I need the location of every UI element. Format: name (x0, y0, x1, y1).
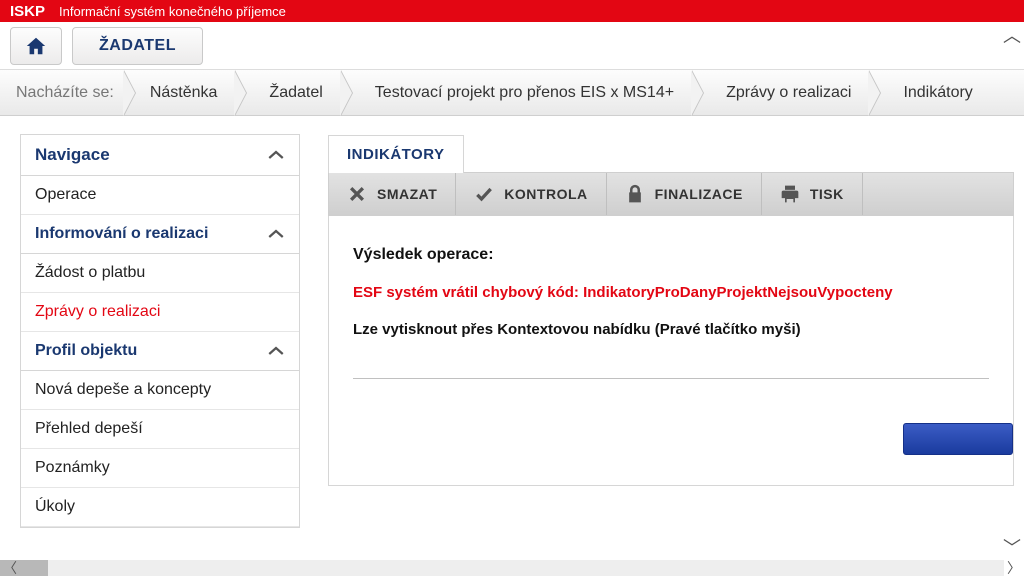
print-icon (780, 184, 800, 204)
sidebar-section-label: Profil objektu (35, 342, 137, 360)
sidebar-item-poznamky[interactable]: Poznámky (21, 449, 299, 488)
home-icon (25, 35, 47, 57)
sidebar-section-profil[interactable]: Profil objektu (21, 332, 299, 371)
sidebar-item-prehled-depesi[interactable]: Přehled depeší (21, 410, 299, 449)
print-label: TISK (810, 186, 844, 202)
delete-button[interactable]: SMAZAT (329, 173, 456, 215)
app-logo: ISKP (10, 3, 45, 20)
finalize-label: FINALIZACE (655, 186, 743, 202)
breadcrumb-item-4[interactable]: Indikátory (881, 70, 990, 115)
breadcrumb-item-0[interactable]: Nástěnka (136, 70, 236, 115)
content-area: INDIKÁTORY SMAZAT KONTROLA FINALIZACE TI… (328, 134, 1024, 528)
scroll-down-icon[interactable]: ﹀ (1002, 538, 1022, 558)
horizontal-scrollbar[interactable] (0, 560, 1004, 576)
sidebar-item-operace[interactable]: Operace (21, 176, 299, 215)
divider (353, 378, 989, 379)
sidebar-item-zpravy-o-realizaci[interactable]: Zprávy o realizaci (21, 293, 299, 332)
delete-label: SMAZAT (377, 186, 437, 202)
print-note: Lze vytisknout přes Kontextovou nabídku … (353, 321, 989, 338)
chevron-up-icon (267, 345, 285, 357)
sidebar-section-label: Informování o realizaci (35, 225, 208, 243)
check-icon (474, 184, 494, 204)
breadcrumb: Nacházíte se: Nástěnka Žadatel Testovací… (0, 70, 1024, 116)
breadcrumb-label: Nacházíte se: (16, 84, 114, 102)
scroll-left-icon[interactable]: 〈 (0, 560, 20, 576)
sidebar-item-nova-depese[interactable]: Nová depeše a koncepty (21, 371, 299, 410)
sidebar-item-ukoly[interactable]: Úkoly (21, 488, 299, 527)
close-icon (347, 184, 367, 204)
applicant-button[interactable]: ŽADATEL (72, 27, 203, 65)
app-header: ISKP Informační systém konečného příjemc… (0, 0, 1024, 22)
chevron-up-icon (267, 149, 285, 161)
chevron-up-icon (267, 228, 285, 240)
result-label: Výsledek operace: (353, 246, 989, 264)
confirm-button[interactable] (903, 423, 1013, 455)
tab-indikatory[interactable]: INDIKÁTORY (328, 135, 464, 173)
result-panel: Výsledek operace: ESF systém vrátil chyb… (328, 216, 1014, 486)
sidebar-item-zadost-o-platbu[interactable]: Žádost o platbu (21, 254, 299, 293)
check-label: KONTROLA (504, 186, 587, 202)
sidebar-section-navigace[interactable]: Navigace (21, 135, 299, 176)
tab-label: INDIKÁTORY (347, 146, 445, 163)
scroll-right-icon[interactable]: 〉 (1004, 560, 1024, 576)
lock-icon (625, 184, 645, 204)
finalize-button[interactable]: FINALIZACE (607, 173, 762, 215)
sidebar-section-informovani[interactable]: Informování o realizaci (21, 215, 299, 254)
check-button[interactable]: KONTROLA (456, 173, 606, 215)
top-toolbar: ŽADATEL (0, 22, 1024, 70)
print-button[interactable]: TISK (762, 173, 863, 215)
breadcrumb-item-2[interactable]: Testovací projekt pro přenos EIS x MS14+ (353, 70, 692, 115)
error-message: ESF systém vrátil chybový kód: Indikator… (353, 284, 989, 301)
breadcrumb-item-1[interactable]: Žadatel (247, 70, 340, 115)
action-bar: SMAZAT KONTROLA FINALIZACE TISK (328, 172, 1014, 216)
app-title: Informační systém konečného příjemce (59, 4, 286, 19)
sidebar: Navigace Operace Informování o realizaci… (20, 134, 300, 528)
home-button[interactable] (10, 27, 62, 65)
sidebar-section-label: Navigace (35, 145, 110, 165)
scroll-up-icon[interactable]: ︿ (1002, 26, 1022, 46)
breadcrumb-item-3[interactable]: Zprávy o realizaci (704, 70, 869, 115)
applicant-button-label: ŽADATEL (99, 37, 176, 55)
